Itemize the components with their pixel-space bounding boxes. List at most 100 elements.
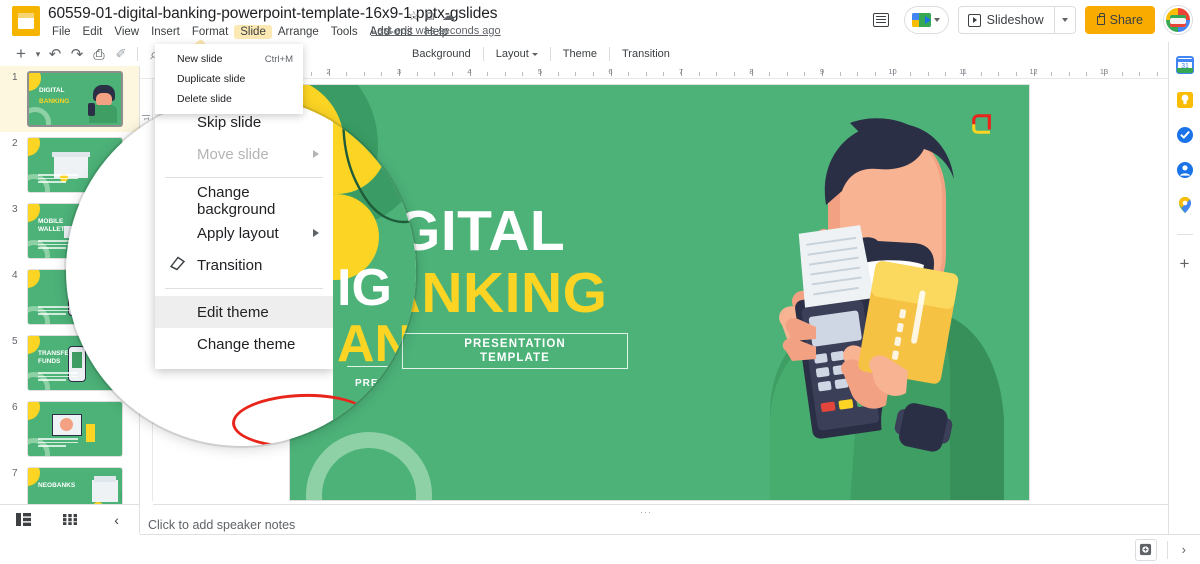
menu-tools[interactable]: Tools bbox=[325, 25, 364, 39]
undo-button[interactable]: ↶ bbox=[44, 43, 66, 65]
ruler-label: 5 bbox=[537, 67, 543, 76]
filmstrip-view-icon[interactable] bbox=[11, 510, 35, 530]
slide-subtitle-line1: PRESENTATION bbox=[464, 337, 566, 350]
slide-number: 1 bbox=[12, 72, 18, 83]
thumbnail-title: NEOBANKS bbox=[38, 482, 76, 489]
menu-view[interactable]: View bbox=[108, 25, 145, 39]
collapse-filmstrip-icon[interactable]: ‹ bbox=[105, 510, 129, 530]
explore-icon[interactable] bbox=[1134, 538, 1157, 561]
menu-separator bbox=[165, 177, 323, 178]
menu-item-transition[interactable]: Transition bbox=[155, 249, 333, 281]
menu-item-duplicate-slide-label: Duplicate slide bbox=[177, 73, 246, 85]
menu-item-new-slide[interactable]: New slide Ctrl+M bbox=[155, 49, 303, 69]
chevron-down-icon bbox=[1061, 18, 1068, 22]
redo-button[interactable]: ↷ bbox=[66, 43, 88, 65]
background-button[interactable]: Background bbox=[405, 46, 478, 62]
svg-text:31: 31 bbox=[1181, 63, 1189, 70]
menu-edit[interactable]: Edit bbox=[77, 25, 109, 39]
ruler-label: 7 bbox=[678, 67, 684, 76]
chevron-right-icon bbox=[313, 229, 319, 237]
new-slide-dropdown[interactable]: ▾ bbox=[32, 43, 44, 65]
google-contacts-icon[interactable] bbox=[1176, 161, 1194, 179]
menu-item-label: Change theme bbox=[197, 335, 296, 353]
print-button[interactable]: ⎙ bbox=[88, 43, 110, 65]
slide-number: 6 bbox=[12, 402, 18, 413]
ruler-label: 13 bbox=[1099, 67, 1109, 76]
lock-icon bbox=[1096, 13, 1105, 25]
menu-insert[interactable]: Insert bbox=[145, 25, 186, 39]
slideshow-label: Slideshow bbox=[986, 13, 1044, 27]
google-calendar-icon[interactable]: 31 bbox=[1175, 56, 1194, 74]
google-maps-icon[interactable] bbox=[1176, 196, 1194, 214]
menu-item-label: Apply layout bbox=[197, 224, 279, 242]
theme-button[interactable]: Theme bbox=[556, 46, 604, 62]
slide-subtitle-line2: TEMPLATE bbox=[480, 352, 550, 364]
transition-icon bbox=[169, 255, 186, 276]
menu-file[interactable]: File bbox=[46, 25, 77, 39]
move-to-folder-icon[interactable]: ⧉ bbox=[425, 8, 434, 24]
slide-menu-dropdown[interactable]: New slide Ctrl+M Duplicate slide Delete … bbox=[155, 44, 303, 114]
menu-item-delete-slide-label: Delete slide bbox=[177, 93, 232, 105]
red-ellipse-highlight bbox=[231, 391, 373, 446]
google-slides-window: 60559-01-digital-banking-powerpoint-temp… bbox=[0, 0, 1200, 564]
menu-format[interactable]: Format bbox=[186, 25, 234, 39]
comment-history-icon[interactable] bbox=[867, 6, 895, 34]
layout-label: Layout bbox=[495, 48, 529, 60]
speaker-notes-placeholder: Click to add speaker notes bbox=[148, 518, 296, 532]
menu-item-edit-theme[interactable]: Edit theme bbox=[155, 296, 333, 328]
magnified-slide-menu[interactable]: Delete slide Skip slide Move slide Chang… bbox=[155, 96, 333, 369]
ruler-label: 4 bbox=[467, 67, 472, 76]
google-keep-icon[interactable] bbox=[1176, 91, 1194, 109]
menu-item-label: Change background bbox=[197, 184, 276, 218]
chevron-down-icon bbox=[933, 18, 940, 22]
thumbnail-title: DIGITAL bbox=[39, 87, 65, 94]
menu-item-new-slide-accel: Ctrl+M bbox=[264, 53, 293, 65]
present-icon bbox=[967, 13, 981, 27]
chevron-down-icon bbox=[531, 52, 538, 56]
top-bar: 60559-01-digital-banking-powerpoint-temp… bbox=[0, 0, 1200, 42]
ruler-label: 11 bbox=[959, 67, 967, 76]
slide-number: 2 bbox=[12, 138, 18, 149]
add-on-plus-icon[interactable]: + bbox=[1176, 254, 1194, 273]
star-icon[interactable]: ☆ bbox=[408, 8, 420, 24]
magnifier-content: Delete slide Skip slide Move slide Chang… bbox=[66, 96, 416, 446]
slideshow-button[interactable]: Slideshow bbox=[957, 6, 1076, 34]
last-edit-status[interactable]: Last edit was seconds ago bbox=[371, 25, 501, 37]
menu-item-move-slide[interactable]: Move slide bbox=[155, 138, 333, 170]
google-tasks-icon[interactable] bbox=[1176, 126, 1194, 144]
grid-view-icon[interactable] bbox=[58, 510, 82, 530]
slide-number: 7 bbox=[12, 468, 18, 479]
google-meet-icon bbox=[911, 13, 931, 27]
side-panel: 31 + bbox=[1168, 42, 1200, 534]
menu-item-delete-slide[interactable]: Delete slide bbox=[155, 89, 303, 109]
avatar[interactable] bbox=[1164, 6, 1192, 34]
transition-button[interactable]: Transition bbox=[615, 46, 677, 62]
paint-format-button[interactable]: ✐ bbox=[110, 43, 132, 65]
thumbnail-subtitle: BANKING bbox=[39, 98, 70, 105]
ruler-label: 9 bbox=[819, 67, 825, 76]
menu-item-label: Skip slide bbox=[197, 113, 262, 131]
layout-button[interactable]: Layout bbox=[489, 46, 545, 62]
ruler-label: 12 bbox=[1029, 67, 1038, 76]
expand-panel-icon[interactable]: › bbox=[1182, 542, 1186, 557]
cloud-status-icon[interactable]: ☁ bbox=[442, 8, 455, 24]
speaker-notes-pane[interactable]: Click to add speaker notes bbox=[148, 507, 1168, 534]
menu-item-change-theme[interactable]: Change theme bbox=[155, 328, 333, 360]
new-slide-button[interactable]: + bbox=[10, 43, 32, 65]
menu-arrange[interactable]: Arrange bbox=[272, 25, 325, 39]
share-button[interactable]: Share bbox=[1084, 6, 1155, 34]
menu-item-new-slide-label: New slide bbox=[177, 53, 223, 65]
menu-item-duplicate-slide[interactable]: Duplicate slide bbox=[155, 69, 303, 89]
menu-separator bbox=[165, 288, 323, 289]
menu-item-label: Transition bbox=[197, 256, 263, 274]
menu-item-change-background[interactable]: Change background bbox=[155, 184, 333, 218]
slide-number: 3 bbox=[12, 204, 18, 215]
google-slides-icon bbox=[12, 6, 40, 36]
chevron-right-icon bbox=[313, 150, 319, 158]
menu-slide[interactable]: Slide bbox=[234, 25, 272, 39]
google-meet-button[interactable] bbox=[903, 6, 949, 34]
slide-illustration bbox=[770, 118, 1004, 500]
header-actions: Slideshow Share bbox=[867, 6, 1192, 34]
menu-item-apply-layout[interactable]: Apply layout bbox=[155, 217, 333, 249]
slideshow-dropdown[interactable] bbox=[1055, 18, 1075, 22]
